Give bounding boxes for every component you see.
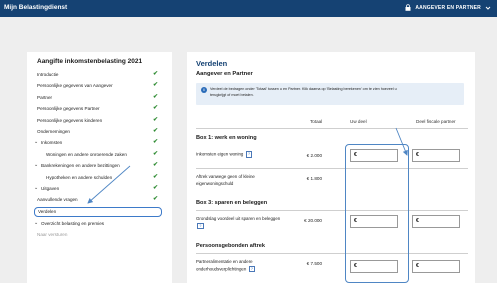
row-total-aftrek-eigenwoningschuld: € 1.800 [306, 176, 322, 181]
row-total-partneralimentatie: € 7.500 [306, 261, 322, 266]
check-icon: ✔ [152, 93, 158, 100]
check-icon: ✔ [152, 127, 158, 134]
check-icon: ✔ [152, 105, 158, 112]
row-label-inkomsten-eigen-woning: Inkomsten eigen woning ? [196, 151, 288, 158]
top-bar: Mijn Belastingdienst AANGEVER EN PARTNER [0, 0, 497, 17]
sidebar-item-inkomsten[interactable]: ⌄ Inkomsten ✔ [34, 137, 162, 148]
check-icon: ✔ [152, 82, 158, 89]
divider [196, 128, 468, 129]
sidebar-title: Aangifte inkomstenbelasting 2021 [37, 58, 143, 65]
row-label-text: Partneralimentatie en andere onderhoudsv… [196, 259, 253, 272]
section-title-persoonsgebonden-aftrek: Persoonsgebonden aftrek [196, 243, 266, 249]
sidebar-item-label: Persoonlijke gegevens kinderen [37, 117, 103, 123]
chevron-down-icon: ⌄ [34, 162, 39, 169]
main-panel: Verdelen Aangever en Partner i Verdeel d… [187, 52, 475, 283]
help-icon[interactable]: ? [197, 222, 204, 230]
info-text-line2: terugkrijgt of moet betalen. [210, 92, 254, 97]
sidebar-item-partner[interactable]: Partner ✔ [34, 92, 162, 103]
sidebar-item-versturen: Naar versturen [34, 229, 162, 240]
divider [196, 168, 468, 169]
sidebar-item-label: Verdelen [38, 208, 57, 214]
sidebar-item-gegevens-aangever[interactable]: Persoonlijke gegevens van Aangever ✔ [34, 80, 162, 91]
user-menu[interactable]: AANGEVER EN PARTNER [405, 4, 491, 11]
sidebar-item-label: Inkomsten [41, 140, 63, 146]
divider [196, 253, 468, 254]
help-icon[interactable]: ? [245, 151, 253, 158]
sidebar-item-label: Introductie [37, 72, 59, 77]
sidebar-nav: Introductie ✔ Persoonlijke gegevens van … [34, 69, 162, 240]
row-total-grondslag-sparen: € 20.000 [304, 218, 322, 223]
sidebar-item-gegevens-partner[interactable]: Persoonlijke gegevens Partner ✔ [34, 103, 162, 114]
check-icon: ✔ [152, 150, 158, 157]
sidebar-item-label: Partner [37, 94, 53, 100]
info-icon: i [201, 87, 207, 93]
sidebar-item-overzicht[interactable]: ⌄ Overzicht belasting en premies [34, 218, 162, 229]
sidebar-item-aanvullende-vragen[interactable]: Aanvullende vragen ✔ [34, 194, 162, 205]
lock-icon [405, 4, 411, 11]
chevron-down-icon [485, 6, 491, 10]
row-label-partneralimentatie: Partneralimentatie en andere onderhoudsv… [196, 259, 288, 273]
sidebar-item-introductie[interactable]: Introductie ✔ [34, 69, 162, 80]
sidebar-item-label: Bankrekeningen en andere bezittingen [41, 163, 120, 169]
column-header-total: Totaal [310, 119, 323, 124]
partner-share-input-grondslag-sparen[interactable]: € [412, 215, 460, 228]
partner-share-input-inkomsten-eigen-woning[interactable]: € [412, 149, 460, 162]
sidebar-item-ondernemingen[interactable]: Ondernemingen ✔ [34, 126, 162, 137]
check-icon: ✔ [152, 139, 158, 146]
check-icon: ✔ [152, 196, 158, 203]
row-label-text: Grondslag voordeel uit sparen en belegge… [196, 216, 281, 221]
page-subtitle: Aangever en Partner [196, 71, 253, 77]
column-header-partner-share: Deel fiscale partner [416, 119, 456, 124]
row-label-text: Aftrek vanwege geen of kleine eigenwonin… [196, 174, 255, 186]
sidebar-item-label: Naar versturen [37, 232, 68, 238]
sidebar-item-verdelen[interactable]: Verdelen [34, 206, 162, 217]
sidebar-item-hypotheken[interactable]: Hypotheken en andere schulden ✔ [34, 172, 162, 183]
divider [196, 210, 468, 211]
sidebar-item-label: Aanvullende vragen [37, 197, 78, 203]
chevron-down-icon: ⌄ [34, 219, 39, 226]
check-icon: ✔ [152, 184, 158, 191]
row-label-grondslag-sparen: Grondslag voordeel uit sparen en belegge… [196, 216, 288, 230]
row-total-inkomsten-eigen-woning: € 2.000 [306, 153, 322, 158]
check-icon: ✔ [152, 173, 158, 180]
sidebar-item-label: Hypotheken en andere schulden [46, 174, 113, 180]
partner-share-input-partneralimentatie[interactable]: € [412, 260, 460, 273]
info-message: i Verdeel de bedragen onder 'Totaal' tus… [196, 83, 464, 105]
user-menu-label: AANGEVER EN PARTNER [415, 4, 481, 11]
sidebar-item-label: Overzicht belasting en premies [41, 220, 105, 226]
check-icon: ✔ [152, 71, 158, 77]
check-icon: ✔ [152, 116, 158, 123]
sidebar-item-label: Persoonlijke gegevens van Aangever [37, 83, 113, 89]
input-columns-highlight [345, 144, 409, 283]
row-label-aftrek-eigenwoningschuld: Aftrek vanwege geen of kleine eigenwonin… [196, 174, 288, 187]
sidebar-item-label: Uitgaven [41, 185, 60, 191]
sidebar-panel: Aangifte inkomstenbelasting 2021 Introdu… [27, 52, 172, 283]
sidebar-item-label: Ondernemingen [37, 128, 70, 134]
sidebar-item-woningen[interactable]: Woningen en andere onroerende zaken ✔ [34, 149, 162, 160]
section-title-box1: Box 1: werk en woning [196, 135, 257, 141]
column-header-your-share: Uw deel [350, 119, 367, 124]
sidebar-item-gegevens-kinderen[interactable]: Persoonlijke gegevens kinderen ✔ [34, 115, 162, 126]
sidebar-item-bankrekeningen[interactable]: ⌄ Bankrekeningen en andere bezittingen ✔ [34, 160, 162, 171]
app-title: Mijn Belastingdienst [4, 4, 68, 11]
page-title: Verdelen [196, 59, 228, 68]
chevron-down-icon: ⌄ [34, 184, 39, 191]
section-title-box3: Box 3: sparen en beleggen [196, 200, 268, 206]
help-icon[interactable]: ? [248, 265, 256, 273]
row-label-text: Inkomsten eigen woning [196, 151, 244, 157]
sidebar-item-label: Woningen en andere onroerende zaken [46, 151, 127, 157]
sidebar-item-label: Persoonlijke gegevens Partner [37, 106, 100, 112]
sidebar-item-uitgaven[interactable]: ⌄ Uitgaven ✔ [34, 183, 162, 194]
chevron-down-icon: ⌄ [34, 139, 39, 146]
check-icon: ✔ [152, 162, 158, 169]
